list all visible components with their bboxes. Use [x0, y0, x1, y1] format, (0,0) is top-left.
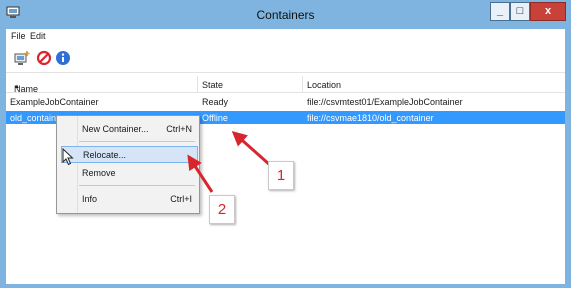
callout-number-2: 2 [209, 195, 235, 224]
callout-arrow-1 [231, 131, 271, 167]
callout-number-1: 1 [268, 161, 294, 190]
annotation-arrows [187, 131, 271, 193]
callout-arrow-2 [187, 154, 214, 193]
